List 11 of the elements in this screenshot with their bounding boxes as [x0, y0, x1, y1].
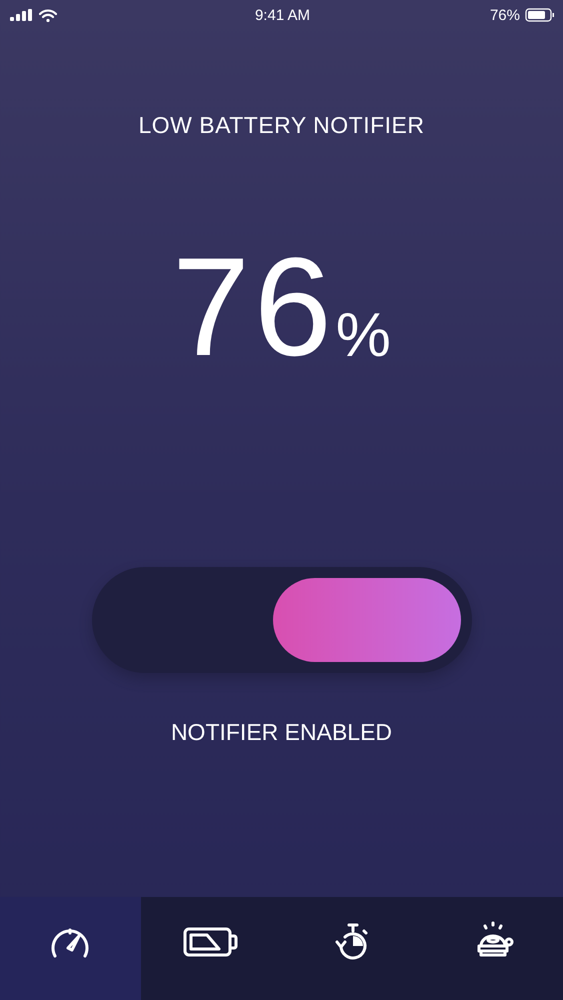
battery-icon	[525, 8, 555, 22]
screen-title: LOW BATTERY NOTIFIER	[137, 112, 426, 139]
wifi-icon	[39, 8, 57, 22]
charge-value: 76	[172, 247, 336, 367]
battery-percentage: 76%	[490, 6, 520, 24]
toggle-label: NOTIFIER ENABLED	[170, 719, 394, 746]
percent-sign: %	[336, 305, 391, 367]
signal-icon	[10, 9, 32, 21]
status-time: 9:41 AM	[254, 6, 310, 24]
tab-button[interactable]	[0, 897, 141, 1000]
battery-icon	[183, 926, 240, 956]
